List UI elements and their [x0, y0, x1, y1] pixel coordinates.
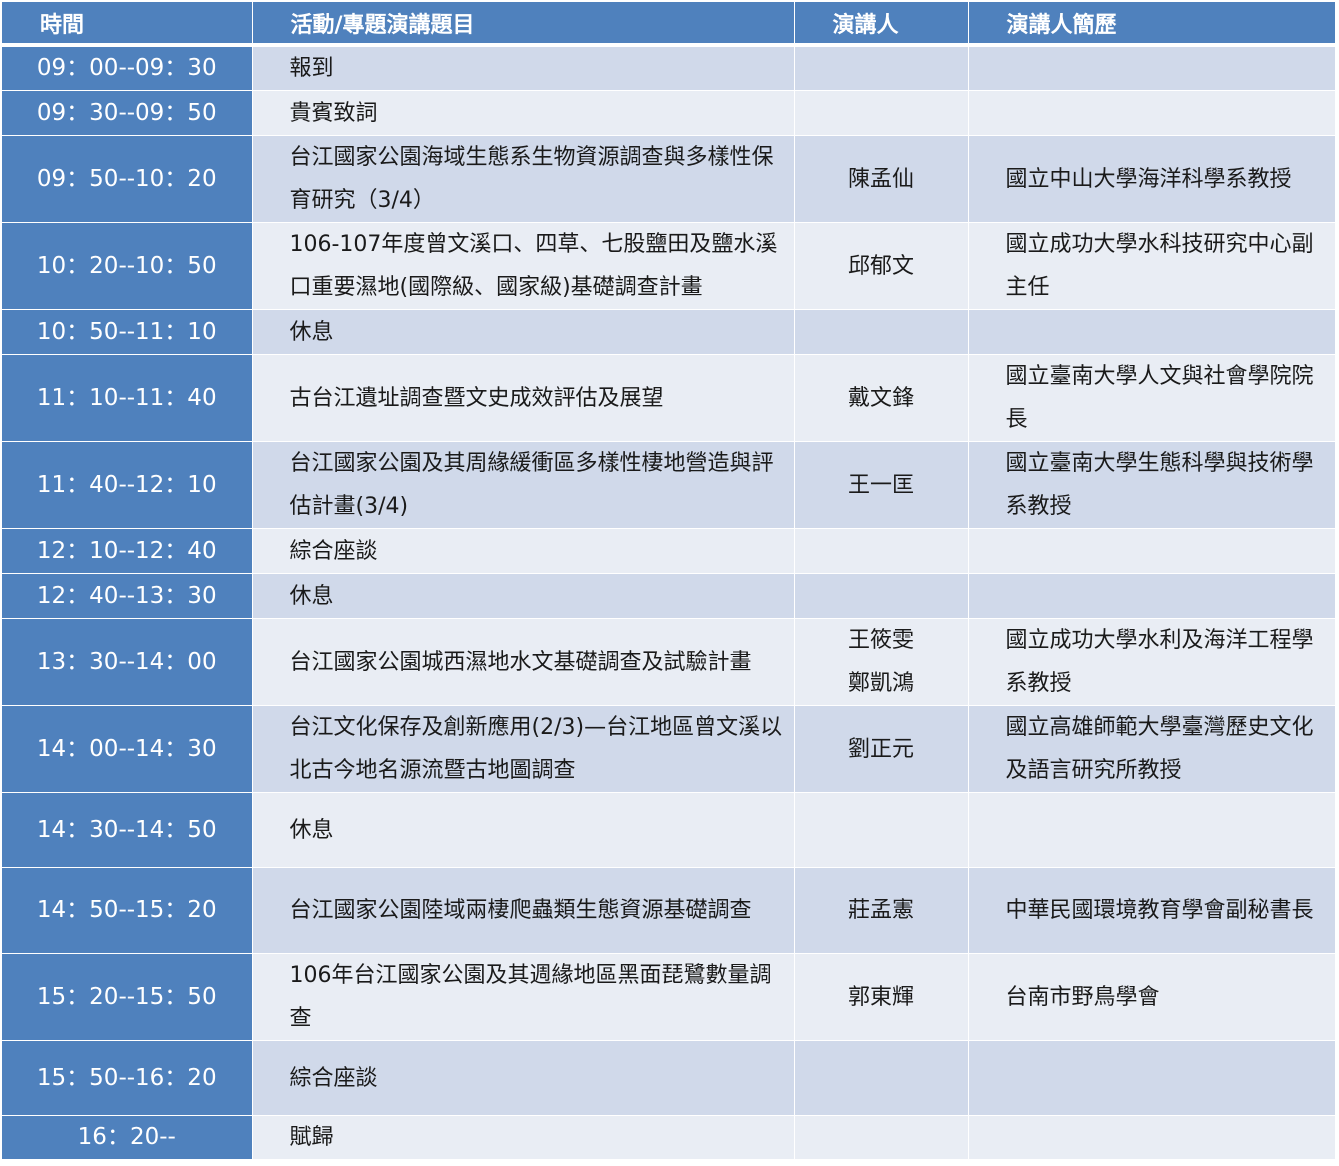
table-row: 09：00--09：30 報到 [2, 45, 1336, 91]
row-topic: 賦歸 [252, 1115, 795, 1160]
row-bio [968, 573, 1336, 619]
row-time: 09：00--09：30 [2, 45, 253, 91]
row-time: 12：40--13：30 [2, 573, 253, 619]
row-speaker [794, 45, 969, 91]
table-row: 10：50--11：10 休息 [2, 309, 1336, 355]
row-speaker: 王一匡 [794, 441, 969, 529]
table-row: 16：20-- 賦歸 [2, 1115, 1336, 1160]
row-bio: 國立中山大學海洋科學系教授 [968, 135, 1336, 223]
table-body: 09：00--09：30 報到 09：30--09：50 貴賓致詞 09：50-… [2, 45, 1336, 1160]
row-speaker [794, 1115, 969, 1160]
row-topic: 台江國家公園陸域兩棲爬蟲類生態資源基礎調查 [252, 867, 795, 954]
row-time: 11：40--12：10 [2, 441, 253, 529]
row-time: 15：50--16：20 [2, 1040, 253, 1116]
row-speaker: 莊孟憲 [794, 867, 969, 954]
table-row: 12：40--13：30 休息 [2, 573, 1336, 619]
header-bio: 演講人簡歷 [968, 2, 1336, 47]
row-speaker: 邱郁文 [794, 222, 969, 310]
row-time: 10：20--10：50 [2, 222, 253, 310]
row-speaker [794, 528, 969, 574]
row-topic: 綜合座談 [252, 528, 795, 574]
header-row: 時間 活動/專題演講題目 演講人 演講人簡歷 [2, 2, 1336, 47]
row-speaker [794, 1040, 969, 1116]
table-row: 09：50--10：20 台江國家公園海域生態系生物資源調查與多樣性保育研究（3… [2, 135, 1336, 223]
row-time: 15：20--15：50 [2, 953, 253, 1041]
row-speaker [794, 90, 969, 136]
row-time: 16：20-- [2, 1115, 253, 1160]
row-topic: 休息 [252, 309, 795, 355]
table-row: 14：30--14：50 休息 [2, 792, 1336, 868]
row-speaker [794, 309, 969, 355]
row-time: 12：10--12：40 [2, 528, 253, 574]
table-row: 12：10--12：40 綜合座談 [2, 528, 1336, 574]
row-time: 09：30--09：50 [2, 90, 253, 136]
row-topic: 台江國家公園海域生態系生物資源調查與多樣性保育研究（3/4） [252, 135, 795, 223]
row-time: 14：30--14：50 [2, 792, 253, 868]
row-time: 14：00--14：30 [2, 705, 253, 793]
schedule-table: 時間 活動/專題演講題目 演講人 演講人簡歷 09：00--09：30 報到 0… [2, 2, 1336, 1160]
row-speaker [794, 792, 969, 868]
table-row: 11：40--12：10 台江國家公園及其周緣緩衝區多樣性棲地營造與評估計畫(3… [2, 441, 1336, 529]
row-speaker: 陳孟仙 [794, 135, 969, 223]
row-bio [968, 528, 1336, 574]
row-bio: 國立高雄師範大學臺灣歷史文化及語言研究所教授 [968, 705, 1336, 793]
row-time: 14：50--15：20 [2, 867, 253, 954]
header-topic: 活動/專題演講題目 [252, 2, 795, 47]
row-topic: 古台江遺址調查暨文史成效評估及展望 [252, 354, 795, 442]
row-bio: 國立成功大學水利及海洋工程學系教授 [968, 618, 1336, 706]
row-bio: 國立臺南大學人文與社會學院院長 [968, 354, 1336, 442]
row-topic: 休息 [252, 573, 795, 619]
row-time: 13：30--14：00 [2, 618, 253, 706]
row-topic: 綜合座談 [252, 1040, 795, 1116]
table-row: 13：30--14：00 台江國家公園城西濕地水文基礎調查及試驗計畫 王筱雯 鄭… [2, 618, 1336, 706]
row-bio: 台南市野鳥學會 [968, 953, 1336, 1041]
row-time: 10：50--11：10 [2, 309, 253, 355]
row-bio [968, 309, 1336, 355]
table-row: 11：10--11：40 古台江遺址調查暨文史成效評估及展望 戴文鋒 國立臺南大… [2, 354, 1336, 442]
row-topic: 台江國家公園城西濕地水文基礎調查及試驗計畫 [252, 618, 795, 706]
row-bio [968, 792, 1336, 868]
header-speaker: 演講人 [794, 2, 969, 47]
row-speaker [794, 573, 969, 619]
row-topic: 106年台江國家公園及其週緣地區黑面琵鷺數量調查 [252, 953, 795, 1041]
row-topic: 台江國家公園及其周緣緩衝區多樣性棲地營造與評估計畫(3/4) [252, 441, 795, 529]
table-header: 時間 活動/專題演講題目 演講人 演講人簡歷 [2, 2, 1336, 47]
header-time: 時間 [2, 2, 253, 47]
row-speaker: 劉正元 [794, 705, 969, 793]
row-topic: 台江文化保存及創新應用(2/3)—台江地區曾文溪以北古今地名源流暨古地圖調查 [252, 705, 795, 793]
row-bio [968, 90, 1336, 136]
row-speaker: 王筱雯 鄭凱鴻 [794, 618, 969, 706]
row-bio [968, 1115, 1336, 1160]
table-row: 14：50--15：20 台江國家公園陸域兩棲爬蟲類生態資源基礎調查 莊孟憲 中… [2, 867, 1336, 954]
row-bio [968, 45, 1336, 91]
row-topic: 報到 [252, 45, 795, 91]
table-row: 15：50--16：20 綜合座談 [2, 1040, 1336, 1116]
row-bio [968, 1040, 1336, 1116]
row-topic: 106-107年度曾文溪口、四草、七股鹽田及鹽水溪口重要濕地(國際級、國家級)基… [252, 222, 795, 310]
row-bio: 國立臺南大學生態科學與技術學系教授 [968, 441, 1336, 529]
row-bio: 國立成功大學水科技研究中心副主任 [968, 222, 1336, 310]
row-speaker: 郭東輝 [794, 953, 969, 1041]
row-topic: 貴賓致詞 [252, 90, 795, 136]
row-time: 09：50--10：20 [2, 135, 253, 223]
table-row: 09：30--09：50 貴賓致詞 [2, 90, 1336, 136]
row-time: 11：10--11：40 [2, 354, 253, 442]
row-speaker: 戴文鋒 [794, 354, 969, 442]
table-row: 15：20--15：50 106年台江國家公園及其週緣地區黑面琵鷺數量調查 郭東… [2, 953, 1336, 1041]
table-row: 14：00--14：30 台江文化保存及創新應用(2/3)—台江地區曾文溪以北古… [2, 705, 1336, 793]
table-row: 10：20--10：50 106-107年度曾文溪口、四草、七股鹽田及鹽水溪口重… [2, 222, 1336, 310]
row-topic: 休息 [252, 792, 795, 868]
row-bio: 中華民國環境教育學會副秘書長 [968, 867, 1336, 954]
